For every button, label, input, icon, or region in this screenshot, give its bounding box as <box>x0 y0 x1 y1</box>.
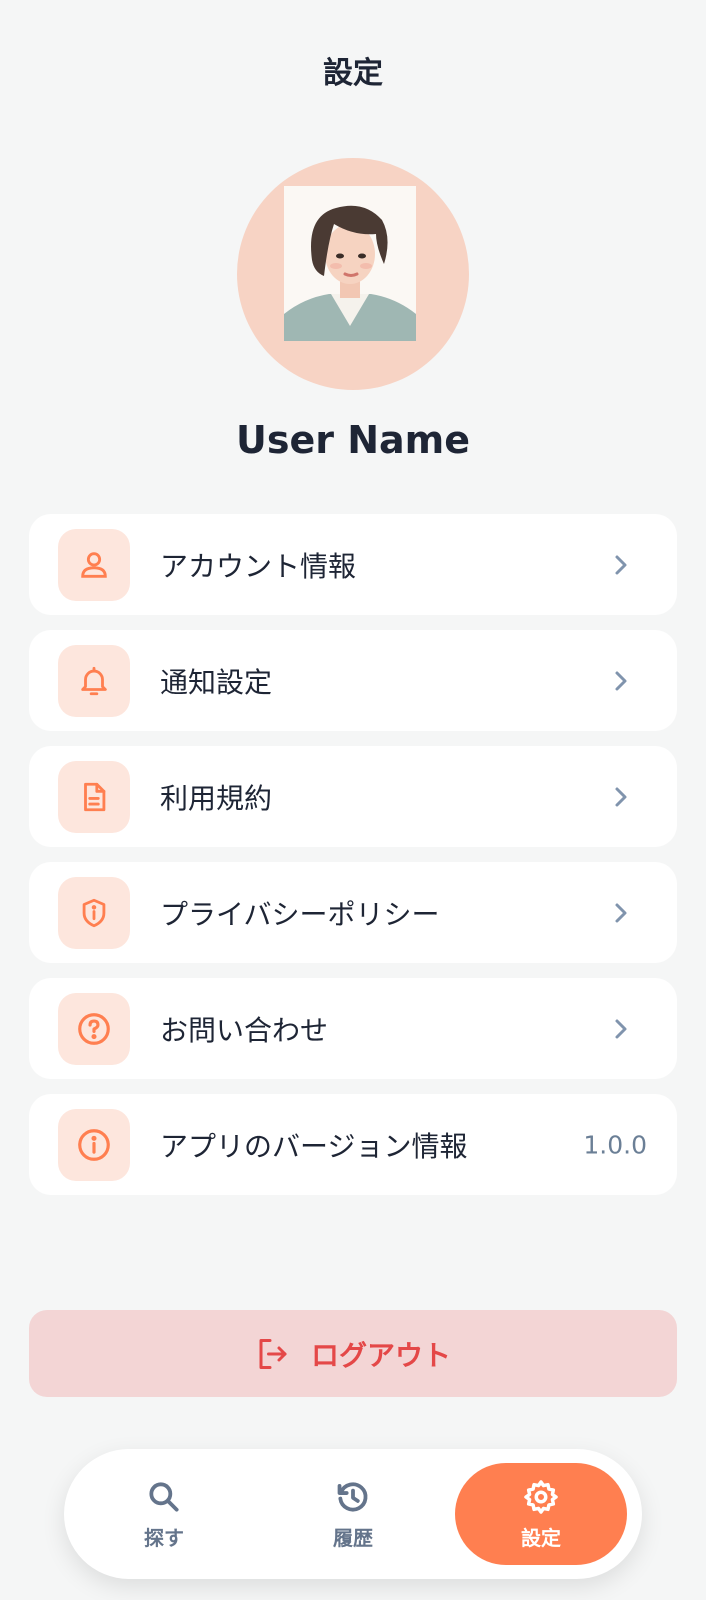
tab-label: 履歴 <box>333 1525 373 1550</box>
document-icon <box>58 760 130 833</box>
chevron-right-icon <box>615 671 627 690</box>
question-icon <box>58 992 130 1065</box>
app-version-value: 1.0.0 <box>583 1130 647 1159</box>
chevron-right-icon <box>615 787 627 806</box>
chevron-right-icon <box>615 555 627 574</box>
menu-item-account[interactable]: アカウント情報 <box>29 514 677 615</box>
shield-icon <box>58 876 130 949</box>
gear-icon <box>524 1479 558 1514</box>
chevron-right-icon <box>615 903 627 922</box>
logout-button[interactable]: ログアウト <box>29 1310 677 1397</box>
menu-item-notifications[interactable]: 通知設定 <box>29 630 677 731</box>
menu-item-terms[interactable]: 利用規約 <box>29 746 677 847</box>
logout-icon <box>259 1338 287 1369</box>
settings-screen: 設定 User Name アカウント情報 通知設定 利用規約 プライバシーポリシ… <box>0 0 706 1600</box>
user-icon <box>58 528 130 601</box>
menu-item-app-version[interactable]: アプリのバージョン情報 1.0.0 <box>29 1094 677 1195</box>
menu-item-contact[interactable]: お問い合わせ <box>29 978 677 1079</box>
tab-search[interactable]: 探す <box>78 1463 250 1565</box>
avatar-illustration <box>284 186 416 341</box>
menu-label: 利用規約 <box>160 781 273 815</box>
page-title: 設定 <box>323 56 383 91</box>
menu-label: お問い合わせ <box>160 1013 329 1047</box>
tab-history[interactable]: 履歴 <box>267 1463 439 1565</box>
menu-label: プライバシーポリシー <box>160 897 440 931</box>
user-name: User Name <box>235 418 471 462</box>
tab-settings[interactable]: 設定 <box>455 1463 627 1565</box>
tab-label: 探す <box>144 1525 184 1550</box>
menu-label: アカウント情報 <box>160 549 357 583</box>
menu-item-privacy[interactable]: プライバシーポリシー <box>29 862 677 963</box>
bottom-tab-bar: 探す 履歴 設定 <box>64 1449 642 1579</box>
avatar[interactable] <box>237 158 469 390</box>
tab-label: 設定 <box>521 1525 561 1550</box>
search-icon <box>149 1481 179 1512</box>
bell-icon <box>58 644 130 717</box>
history-icon <box>337 1481 368 1511</box>
settings-menu: アカウント情報 通知設定 利用規約 プライバシーポリシー お問い合わせ アプリの… <box>29 514 677 1210</box>
chevron-right-icon <box>615 1019 627 1038</box>
logout-label: ログアウト <box>310 1338 451 1372</box>
menu-label: 通知設定 <box>160 665 273 699</box>
info-icon <box>58 1108 130 1181</box>
